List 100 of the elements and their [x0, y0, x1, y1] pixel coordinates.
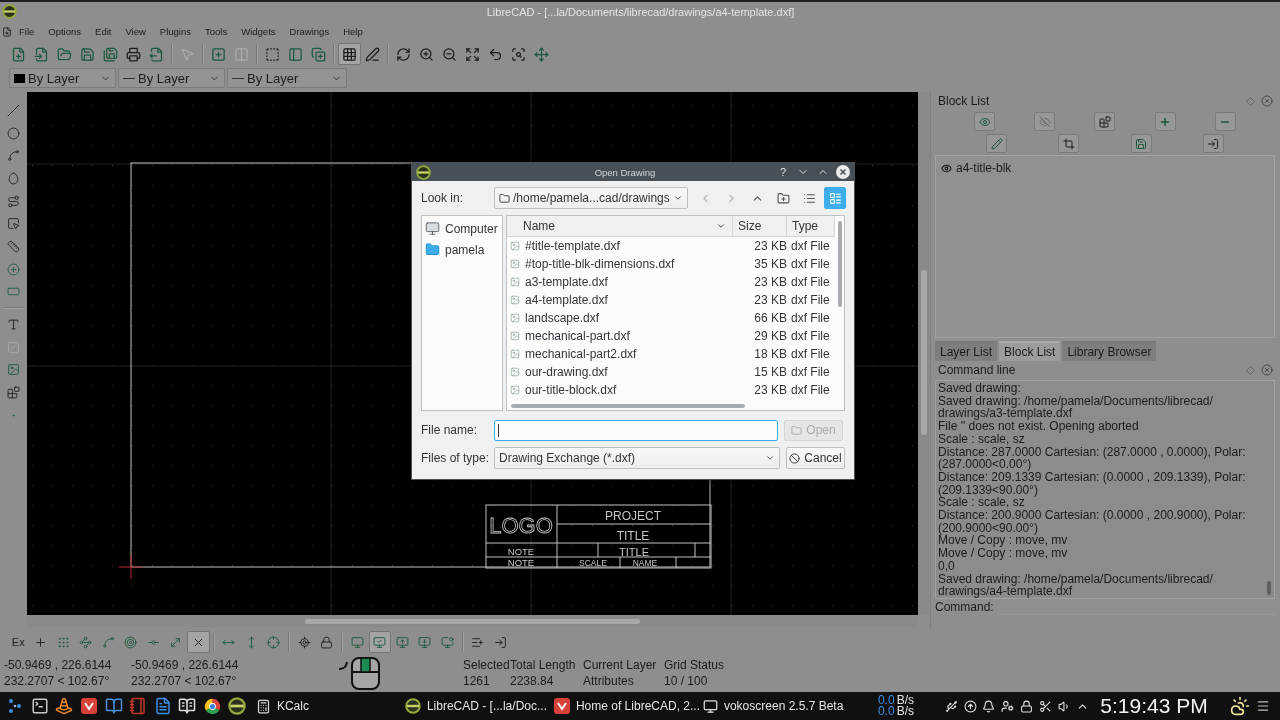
file-name: landscape.dxf	[525, 311, 600, 325]
status-label: Selected	[463, 658, 510, 672]
file-type-combo[interactable]: Drawing Exchange (*.dxf)	[494, 447, 780, 469]
clock[interactable]: 5:19:43 PM	[1100, 694, 1219, 718]
file-name: mechanical-part.dxf	[525, 329, 630, 343]
file-name-cell[interactable]: a3-template.dxf	[507, 275, 733, 289]
close-button[interactable]	[835, 164, 851, 180]
file-name-cell[interactable]: landscape.dxf	[507, 311, 733, 325]
image-file-icon	[510, 349, 520, 359]
menu-item[interactable]: Options	[41, 23, 89, 40]
toolbar-button[interactable]	[1202, 134, 1224, 153]
file-name-cell[interactable]: our-drawing.dxf	[507, 365, 733, 379]
file-name: a3-template.dxf	[525, 275, 608, 289]
file-name: our-drawing.dxf	[525, 365, 608, 379]
file-name-cell[interactable]: mechanical-part2.dxf	[507, 347, 733, 361]
taskbar-task[interactable]: Home of LibreCAD, 2...	[553, 693, 703, 719]
file-name-cell[interactable]: mechanical-part.dxf	[507, 329, 733, 343]
file-name-cell[interactable]: a4-template.dxf	[507, 293, 733, 307]
nav-button[interactable]	[824, 187, 846, 209]
diamond-icon	[1246, 96, 1255, 106]
lock-icon	[320, 635, 334, 649]
menu-item[interactable]: Edit	[88, 23, 119, 40]
snap-button[interactable]	[368, 631, 391, 653]
place-item[interactable]: pamela	[425, 239, 499, 260]
look-in-label: Look in:	[421, 191, 465, 205]
file-type-cell-text: dxf File	[790, 311, 831, 325]
notebook-icon	[129, 697, 148, 715]
zoom-out-icon	[442, 46, 457, 62]
command-output-line: Distance: 200.9000 Cartesian: (0.0000 , 200.9000), Polar:	[938, 509, 1247, 522]
monitor-check-icon	[373, 635, 387, 649]
menu-item[interactable]: Drawings	[282, 23, 337, 40]
menu-item[interactable]: Tools	[198, 23, 235, 40]
title-block-text: TITLE	[616, 528, 650, 543]
app-logo-icon	[227, 697, 246, 715]
file-name: a4-template.dxf	[525, 293, 608, 307]
title-block-text: NOTE	[507, 557, 535, 568]
snap-button[interactable]: Ex	[7, 631, 30, 653]
command-output-line: Saved drawing: /home/pamela/Documents/librecad/	[938, 394, 1214, 408]
command-output-line: Distance: 287.0000 Cartesian: (287.0000 , 0.0000), Polar:	[938, 445, 1247, 459]
sort-caret-icon	[716, 221, 726, 231]
scrollbar[interactable]	[305, 618, 640, 624]
monitor-dot-icon	[440, 635, 454, 649]
file-name-field[interactable]	[494, 419, 778, 441]
line-width-combo[interactable]: By Layer	[118, 68, 225, 88]
app-logo-icon	[2, 4, 17, 19]
help-button[interactable]: ?	[775, 164, 791, 180]
scrollbar[interactable]	[511, 403, 745, 408]
menu-item[interactable]: Help	[336, 23, 370, 40]
scrollbar[interactable]	[837, 221, 842, 307]
usb-icon	[944, 699, 958, 713]
column-header[interactable]: Type	[787, 216, 835, 236]
snap-button[interactable]	[187, 631, 210, 653]
zoom-in-icon	[419, 46, 434, 62]
title-block-text: SCALE	[579, 558, 607, 568]
pen-color-combo[interactable]: By Layer	[9, 68, 116, 88]
file-name-cell[interactable]: our-title-block.dxf	[507, 383, 733, 397]
image-file-icon	[510, 367, 520, 377]
command-output-line: Saved drawing:	[938, 382, 1022, 395]
origin-marker	[118, 554, 144, 580]
taskbar-task[interactable]: vokoscreen 2.5.7 Beta	[702, 693, 852, 719]
cancel-button[interactable]: Cancel	[786, 447, 845, 469]
toolbar-button[interactable]	[338, 43, 361, 65]
image-file-icon	[510, 277, 520, 287]
lock-icon	[1020, 699, 1033, 713]
file-size-cell-text: 66 KB	[753, 311, 787, 325]
command-label: Command:	[935, 600, 994, 614]
place-item[interactable]: Computer	[425, 218, 499, 239]
menu-item[interactable]: Widgets	[234, 23, 283, 40]
line-sample-icon	[232, 77, 244, 79]
dock-tab[interactable]: Layer List	[935, 341, 998, 361]
menu-item[interactable]: View	[118, 23, 153, 40]
scrollbar[interactable]	[1267, 581, 1271, 595]
column-header[interactable]: Size	[733, 216, 787, 236]
file-name-cell[interactable]: #title-template.dxf	[507, 239, 733, 253]
color-swatch-icon	[14, 73, 25, 83]
look-in-combo[interactable]: /home/pamela...cad/drawings	[494, 187, 688, 209]
file-name: mechanical-part2.dxf	[525, 347, 637, 361]
pointer-square-icon	[7, 217, 20, 231]
volume-icon	[1057, 699, 1071, 713]
toolbar-button[interactable]	[1058, 134, 1080, 153]
scan-search-icon	[511, 46, 526, 62]
save-icon	[80, 46, 95, 62]
line-type-combo[interactable]: By Layer	[227, 68, 347, 88]
toolbar-button[interactable]	[1094, 112, 1116, 131]
menu-item[interactable]: Plugins	[152, 23, 199, 40]
taskbar-task[interactable]: KCalc	[255, 693, 405, 719]
dock-title: Command line	[938, 363, 1017, 377]
file-size-cell-text: 23 KB	[753, 383, 787, 397]
taskbar-task[interactable]: LibreCAD - [...la/Doc...	[404, 693, 554, 719]
status-value: 10 / 100	[664, 674, 709, 688]
columns-icon	[234, 46, 249, 62]
net-speed-unit: B/s	[896, 695, 914, 706]
dock-tab[interactable]: Block List	[999, 341, 1061, 361]
file-name-cell[interactable]: #top-title-blk-dimensions.dxf	[507, 257, 733, 271]
block-name[interactable]: a4-title-blk	[956, 161, 1012, 175]
pen-line-icon	[365, 46, 380, 62]
menu-item[interactable]: File	[12, 23, 42, 40]
scrollbar[interactable]	[921, 270, 927, 435]
dock-tab[interactable]: Library Browser	[1062, 341, 1157, 361]
column-header[interactable]: Name	[507, 216, 733, 236]
